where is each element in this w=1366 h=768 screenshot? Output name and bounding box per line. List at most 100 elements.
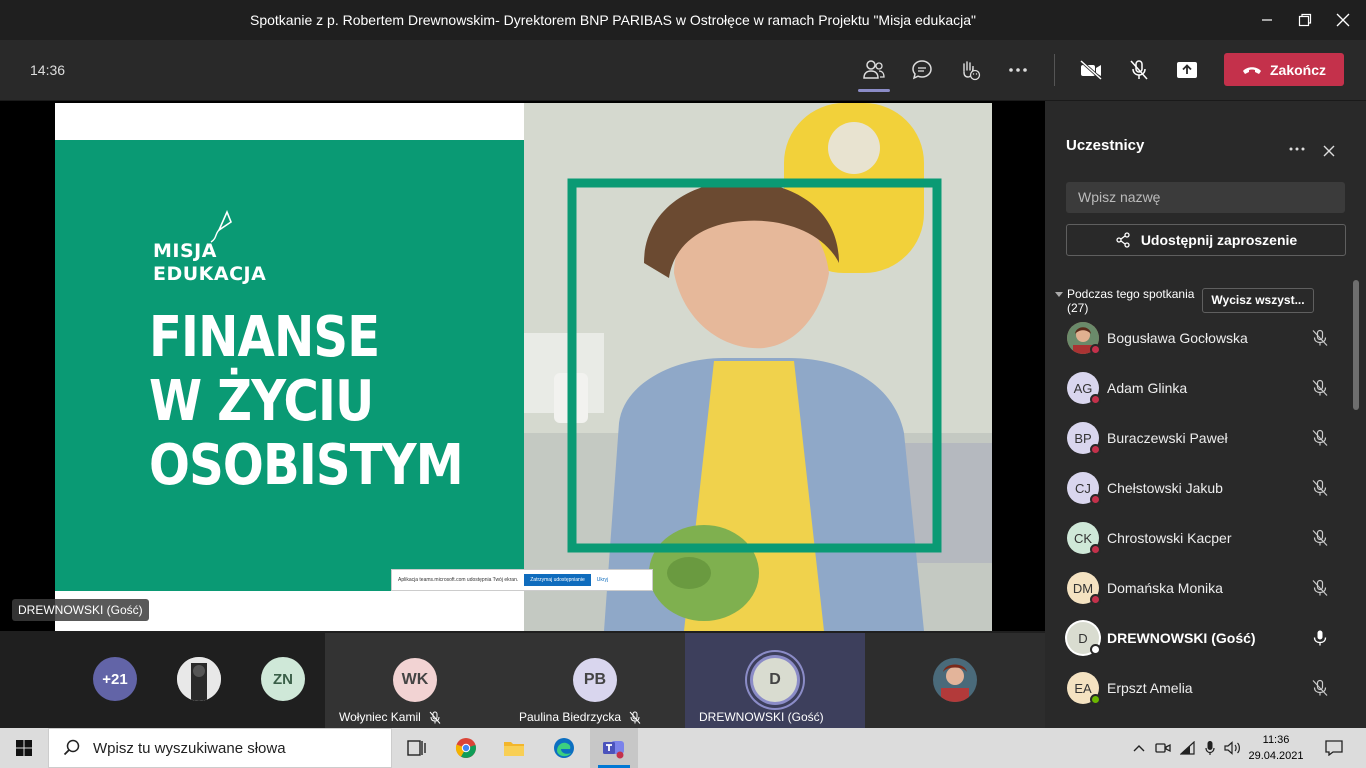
in-meeting-section-label: Podczas tego spotkania (27) — [1067, 287, 1195, 315]
panel-more-button[interactable] — [1285, 137, 1309, 161]
end-call-label: Zakończ — [1269, 61, 1326, 78]
start-button[interactable] — [0, 728, 48, 768]
share-invite-button[interactable]: Udostępnij zaproszenie — [1066, 224, 1346, 256]
chrome-taskbar-button[interactable] — [442, 728, 490, 768]
notifications-button[interactable] — [1318, 728, 1350, 768]
participant-zn-avatar[interactable]: ZN — [261, 657, 305, 701]
status-busy-indicator — [1090, 444, 1101, 455]
close-window-button[interactable] — [1320, 0, 1366, 40]
search-icon — [63, 739, 80, 756]
more-icon — [1289, 147, 1305, 151]
participant-row[interactable]: BP Buraczewski Paweł — [1045, 413, 1355, 463]
participant-mic-status — [1311, 679, 1329, 697]
video-tile[interactable]: PB Paulina Biedrzycka — [505, 633, 685, 728]
task-view-button[interactable] — [392, 728, 440, 768]
chrome-icon — [455, 738, 476, 758]
status-indicator — [1090, 644, 1101, 655]
presentation-slide: MISJA EDUKACJA FINANSE W ŻYCIU OSOBISTYM — [55, 103, 992, 631]
panel-title: Uczestnicy — [1066, 137, 1145, 154]
participant-row[interactable]: CJ Chełstowski Jakub — [1045, 463, 1355, 513]
participant-mic-status — [1311, 629, 1329, 647]
more-actions-button[interactable] — [998, 50, 1038, 90]
participant-name: Adam Glinka — [1107, 380, 1188, 396]
end-call-button[interactable]: Zakończ — [1224, 53, 1344, 86]
share-tray-icon — [1177, 62, 1197, 78]
camera-toggle-button[interactable] — [1071, 50, 1111, 90]
logo-line-2: EDUKACJA — [153, 263, 267, 285]
file-explorer-taskbar-button[interactable] — [490, 728, 538, 768]
toolbar-divider — [1054, 54, 1055, 86]
status-busy-indicator — [1090, 594, 1101, 605]
video-tile-avatar: PB — [573, 658, 617, 702]
taskbar-search-placeholder: Wpisz tu wyszukiwane słowa — [93, 739, 286, 757]
participant-row[interactable]: EA Erpszt Amelia — [1045, 663, 1355, 713]
close-icon — [1336, 13, 1350, 27]
status-busy-indicator — [1090, 344, 1101, 355]
hide-notification-link[interactable]: Ukryj — [597, 577, 608, 583]
video-tile-label: Wołyniec Kamil — [339, 710, 441, 724]
video-tile-name: Paulina Biedrzycka — [519, 710, 622, 724]
folder-icon — [504, 742, 524, 756]
clock-time: 11:36 — [1262, 734, 1290, 746]
chevron-up-icon — [1133, 745, 1145, 752]
participant-row[interactable]: CK Chrostowski Kacper — [1045, 513, 1355, 563]
participant-row[interactable]: DM Domańska Monika — [1045, 563, 1355, 613]
teams-taskbar-button[interactable] — [590, 728, 638, 768]
participants-button[interactable] — [854, 50, 894, 92]
participant-name: Chełstowski Jakub — [1107, 480, 1223, 496]
taskbar-search-box[interactable]: Wpisz tu wyszukiwane słowa — [48, 728, 392, 768]
mic-off-icon — [1312, 679, 1328, 696]
slide-headline: FINANSE W ŻYCIU OSOBISTYM — [149, 306, 464, 498]
video-tile[interactable]: WK Wołyniec Kamil — [325, 633, 505, 728]
video-tile-photo[interactable] — [865, 633, 1045, 728]
teams-icon — [603, 741, 624, 759]
edge-taskbar-button[interactable] — [540, 728, 588, 768]
share-screen-button[interactable] — [1167, 50, 1207, 90]
stop-sharing-button[interactable]: Zatrzymaj udostępnianie — [524, 574, 591, 586]
panel-scrollbar[interactable] — [1353, 280, 1359, 410]
volume-tray-button[interactable] — [1222, 728, 1244, 768]
more-icon — [1009, 68, 1027, 72]
meeting-timer: 14:36 — [30, 62, 66, 78]
chat-button[interactable] — [902, 50, 942, 90]
shared-screen-stage: MISJA EDUKACJA FINANSE W ŻYCIU OSOBISTYM — [0, 101, 1045, 631]
meet-now-tray-button[interactable] — [1154, 728, 1172, 768]
boy-with-piggy-bank-illustration — [524, 103, 992, 631]
meet-now-icon — [1155, 743, 1171, 753]
video-tile[interactable]: D DREWNOWSKI (Gość) — [685, 633, 865, 728]
people-icon — [863, 60, 885, 79]
show-hidden-icons-button[interactable] — [1130, 728, 1148, 768]
mute-all-button[interactable]: Wycisz wszyst... — [1202, 288, 1314, 313]
task-view-icon — [407, 740, 426, 756]
screen-share-notification: Aplikacja teams.microsoft.com udostępnia… — [391, 569, 653, 591]
participant-row[interactable]: AG Adam Glinka — [1045, 363, 1355, 413]
mic-off-icon — [1312, 379, 1328, 396]
video-tile-name: Wołyniec Kamil — [339, 710, 421, 724]
participant-mic-status — [1311, 529, 1329, 547]
participant-mic-status — [1311, 579, 1329, 597]
video-tile-name: DREWNOWSKI (Gość) — [699, 710, 824, 724]
network-tray-button[interactable] — [1178, 728, 1198, 768]
meeting-toolbar: 14:36 Zakończ — [0, 40, 1366, 101]
edge-icon — [554, 738, 574, 758]
panel-close-button[interactable] — [1317, 139, 1341, 163]
participant-row[interactable]: D DREWNOWSKI (Gość) — [1045, 613, 1355, 663]
overflow-participants-button[interactable]: +21 — [93, 657, 137, 701]
participant-search-input[interactable] — [1066, 182, 1345, 213]
mic-off-icon — [429, 711, 441, 724]
mic-off-icon — [1312, 479, 1328, 496]
status-available-indicator — [1090, 694, 1101, 705]
participant-name: Bogusława Gocłowska — [1107, 330, 1248, 346]
teams-meeting-window: Spotkanie z p. Robertem Drewnowskim- Dyr… — [0, 0, 1366, 768]
reactions-button[interactable] — [950, 50, 990, 90]
mic-toggle-button[interactable] — [1119, 50, 1159, 90]
participant-row[interactable]: Bogusława Gocłowska — [1045, 313, 1355, 363]
windows-taskbar: Wpisz tu wyszukiwane słowa 11:36 29.04.2… — [0, 728, 1366, 768]
taskbar-clock[interactable]: 11:36 29.04.2021 — [1248, 732, 1304, 764]
chevron-down-icon — [1055, 292, 1063, 297]
microphone-tray-indicator[interactable] — [1202, 728, 1218, 768]
participant-list: Bogusława Gocłowska AG Adam Glinka BP Buracz… — [1045, 313, 1355, 713]
mic-off-icon — [1312, 529, 1328, 546]
participant-photo-avatar[interactable] — [177, 657, 221, 701]
close-icon — [1323, 145, 1335, 157]
